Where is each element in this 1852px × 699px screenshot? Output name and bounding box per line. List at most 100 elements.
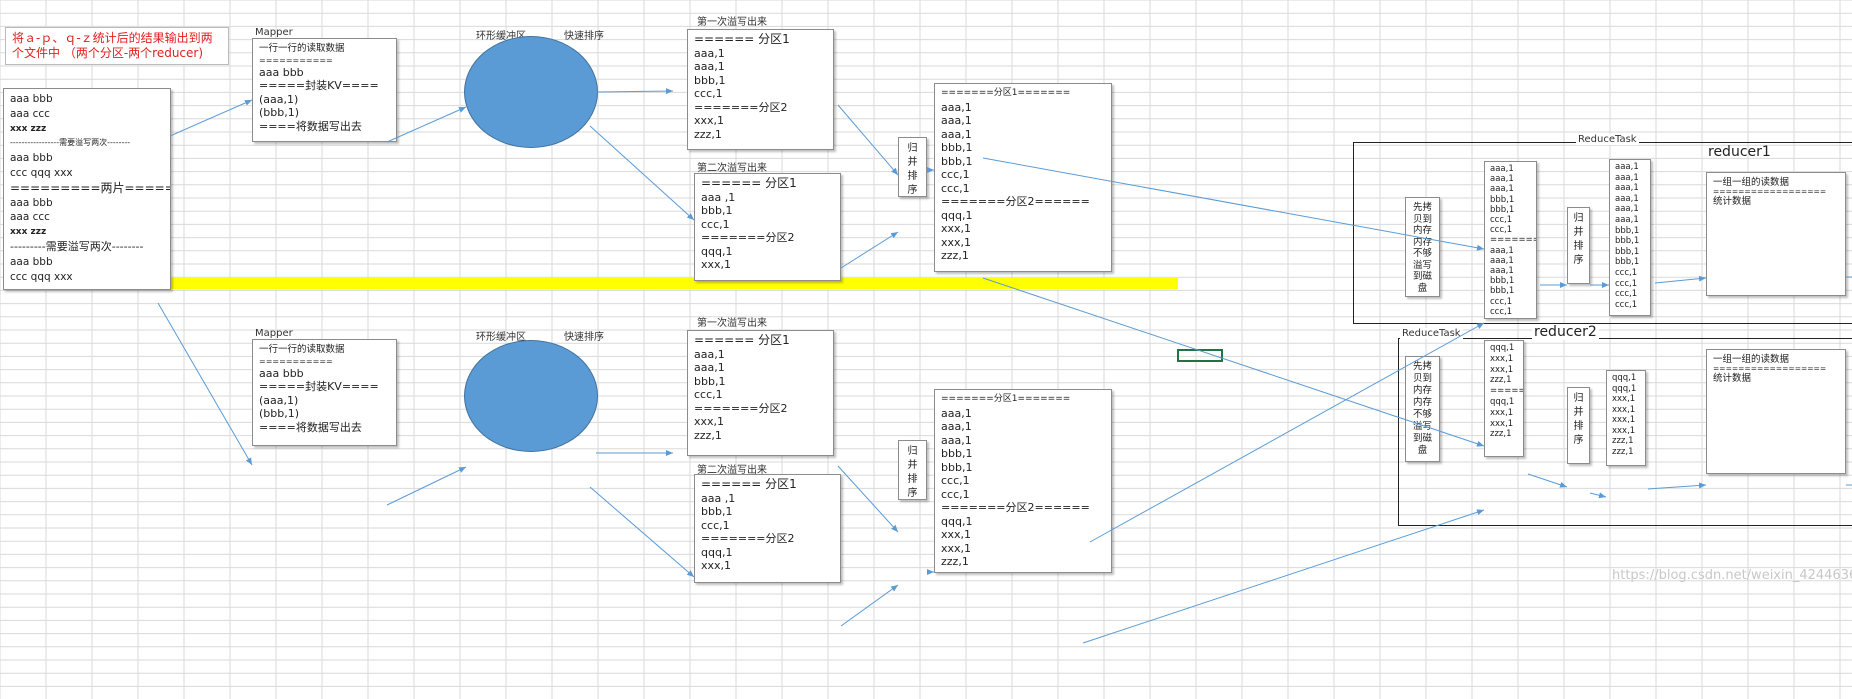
sorted-line: bbb,1	[1615, 257, 1640, 268]
sorted-line: aaa,1	[1615, 162, 1639, 172]
first-spill-box: ====== 分区1 aaa,1 aaa,1 bbb,1 ccc,1 =====…	[687, 29, 834, 150]
merged-line: ccc,1	[941, 474, 970, 487]
spill-line: ====== 分区1	[701, 176, 797, 190]
ring-buffer-circle	[464, 340, 598, 452]
mapper-line: =====封装KV====	[259, 79, 379, 92]
sorted-line: ccc,1	[1615, 289, 1638, 300]
sorted-line: zzz,1	[1612, 446, 1634, 457]
spill-line: =======分区2	[701, 532, 795, 545]
input-line: aaa ccc	[10, 211, 50, 224]
copied-data-box: qqq,1 xxx,1 xxx,1 zzz,1 ===== qqq,1 xxx,…	[1484, 340, 1524, 457]
merged-line: aaa,1	[941, 114, 972, 127]
spill-line: ccc,1	[701, 518, 730, 532]
merged-line: xxx,1	[941, 235, 972, 249]
input-data-box: aaa bbb aaa ccc xxx zzz ----------------…	[3, 88, 171, 290]
copied-line: bbb,1	[1490, 276, 1515, 287]
mapper-label: Mapper	[255, 328, 293, 339]
spill-line: aaa ,1	[701, 190, 736, 204]
copied-line: qqq,1	[1490, 396, 1515, 407]
sorted-data-box: aaa,1 aaa,1 aaa,1 aaa,1 aaa,1 aaa,1 bbb,…	[1609, 159, 1651, 316]
reduce-line: ==================	[1713, 187, 1827, 196]
copied-line: bbb,1	[1490, 204, 1515, 215]
second-spill-box: ====== 分区1 aaa ,1 bbb,1 ccc,1 =======分区2…	[694, 474, 841, 583]
merge-sort-char: 并	[907, 460, 918, 471]
input-line: xxx zzz	[10, 227, 47, 238]
merged-line: qqq,1	[941, 514, 973, 528]
input-line: aaa ccc	[10, 107, 50, 120]
spill-line: =======分区2	[694, 401, 788, 415]
selected-cell[interactable]	[1177, 349, 1223, 362]
copy-char: 内存	[1412, 397, 1432, 408]
copy-char: 内存	[1412, 225, 1432, 236]
input-line: ccc qqq xxx	[10, 166, 73, 179]
merge-sort-char: 排	[907, 474, 918, 485]
merged-line: aaa,1	[941, 127, 972, 141]
sorted-line: xxx,1	[1612, 415, 1636, 425]
merge-sort-char: 归	[1573, 213, 1584, 224]
merge-sort-char: 排	[907, 171, 918, 182]
spill-line: xxx,1	[701, 258, 732, 271]
mapper-line: (bbb,1)	[259, 407, 300, 420]
reduce-line: 统计数据	[1713, 373, 1752, 384]
sorted-data-box: qqq,1 qqq,1 xxx,1 xxx,1 xxx,1 xxx,1 zzz,…	[1606, 370, 1646, 466]
merge-sort-char: 归	[907, 143, 918, 154]
reducetask-label: ReduceTask	[1576, 134, 1639, 145]
spill-line: zzz,1	[694, 127, 722, 141]
sorted-line: ccc,1	[1615, 278, 1638, 289]
mapper-line: ====将数据写出去	[259, 420, 362, 434]
merge-sort-box: 归 并 排 序	[898, 137, 927, 197]
sorted-line: aaa,1	[1615, 193, 1639, 204]
spill-line: ccc,1	[694, 388, 723, 401]
copied-line: aaa,1	[1490, 266, 1514, 277]
mapper-line: ===========	[259, 55, 333, 65]
spill-line: qqq,1	[701, 244, 733, 258]
merged-line: ccc,1	[941, 181, 970, 195]
mapper-line: (aaa,1)	[259, 92, 299, 106]
mapper-line: ====将数据写出去	[259, 119, 362, 133]
copied-line: =======	[1490, 235, 1537, 246]
copied-line: ccc,1	[1490, 296, 1513, 307]
merged-partition-box: =======分区1======= aaa,1 aaa,1 aaa,1 bbb,…	[934, 389, 1112, 573]
merged-line: xxx,1	[941, 528, 972, 541]
reduce-line: 统计数据	[1713, 196, 1752, 207]
input-line: ---------需要溢写两次--------	[10, 239, 144, 253]
copy-to-memory-box: 先拷 贝到 内存 内存 不够 溢写 到磁 盘	[1405, 197, 1440, 297]
sorted-line: bbb,1	[1615, 236, 1640, 247]
copied-line: qqq,1	[1490, 343, 1515, 353]
ring-buffer-circle	[464, 36, 598, 148]
merged-line: xxx,1	[941, 541, 972, 555]
merge-sort-char: 并	[1573, 227, 1584, 238]
note-line: 将ａ-ｐ、ｑ-ｚ统计后的结果输出到两	[12, 31, 213, 45]
copied-line: xxx,1	[1490, 418, 1514, 429]
merged-line: qqq,1	[941, 208, 973, 222]
spill-line: aaa ,1	[701, 491, 736, 505]
copied-line: xxx,1	[1490, 364, 1514, 375]
copy-char: 到磁	[1412, 271, 1432, 282]
sorted-line: aaa,1	[1615, 214, 1639, 225]
input-line: aaa bbb	[10, 255, 53, 268]
sorted-line: xxx,1	[1612, 404, 1636, 415]
mapper-label: Mapper	[255, 27, 293, 38]
sorted-line: bbb,1	[1615, 225, 1640, 236]
merged-line: =======分区2======	[941, 195, 1090, 208]
sorted-line: xxx,1	[1612, 394, 1636, 404]
first-spill-label: 第一次溢写出来	[697, 17, 767, 28]
merge-sort-char: 排	[1573, 241, 1584, 252]
merged-line: bbb,1	[941, 447, 973, 460]
highlighted-row	[146, 278, 1178, 289]
spill-line: aaa,1	[694, 60, 725, 73]
copy-char: 不够	[1412, 409, 1432, 420]
input-line: aaa bbb	[10, 152, 53, 165]
spill-line: zzz,1	[694, 428, 722, 442]
mapper-line: 一行一行的读取数据	[259, 344, 345, 355]
mapper-line: (aaa,1)	[259, 393, 299, 407]
merged-line: aaa,1	[941, 420, 972, 433]
copy-char: 盘	[1417, 282, 1428, 294]
copied-line: ccc,1	[1490, 215, 1513, 226]
spill-line: ====== 分区1	[694, 32, 790, 46]
copy-char: 不够	[1412, 248, 1432, 259]
merge-sort-char: 序	[907, 488, 918, 499]
spill-line: =======分区2	[694, 100, 788, 114]
merge-sort-box: 归 并 排 序	[1567, 387, 1590, 464]
input-line: =========两片=========	[10, 180, 170, 195]
